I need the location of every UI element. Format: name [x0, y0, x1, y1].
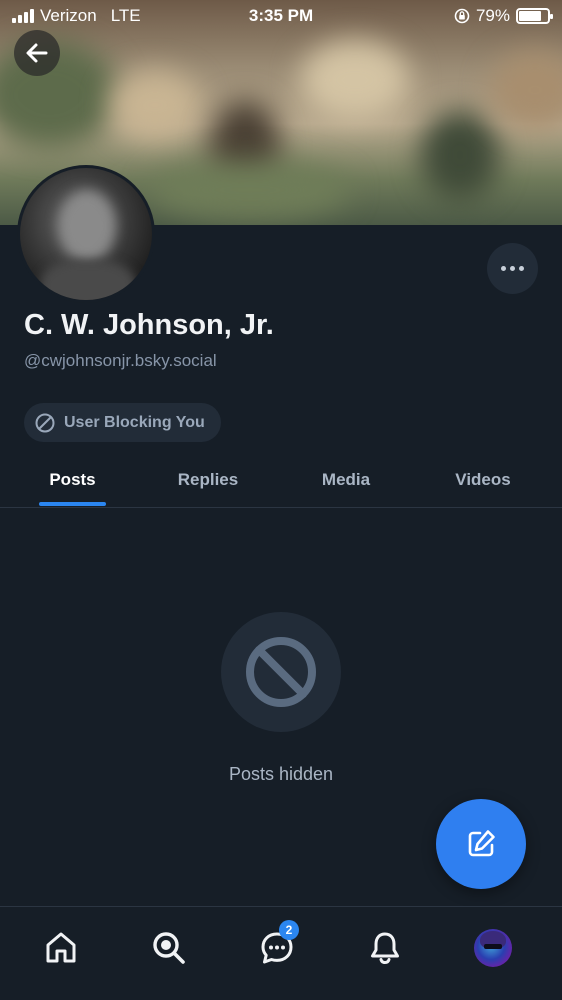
posts-hidden-icon-container [221, 612, 341, 732]
search-icon [153, 932, 185, 964]
dot-icon [510, 266, 515, 271]
chat-unread-badge: 2 [279, 920, 299, 940]
compose-button[interactable] [436, 799, 526, 889]
nav-search[interactable] [145, 924, 193, 972]
tab-posts[interactable]: Posts [30, 452, 115, 507]
dot-icon [501, 266, 506, 271]
status-bar: Verizon LTE 3:35 PM 79% [0, 0, 562, 32]
nav-profile[interactable] [469, 924, 517, 972]
prohibited-icon [246, 637, 316, 707]
arrow-left-icon [26, 43, 48, 63]
battery-percent: 79% [475, 6, 510, 25]
clock: 3:35 PM [248, 6, 314, 25]
profile-tabs: Posts Replies Media Videos [0, 452, 562, 508]
bottom-navigation: 2 [0, 906, 562, 1000]
back-button[interactable] [14, 30, 60, 76]
rotation-lock-icon [454, 8, 470, 24]
compose-icon [468, 830, 495, 857]
blocking-status-badge[interactable]: User Blocking You [24, 403, 221, 442]
home-icon [46, 932, 76, 963]
blocking-status-label: User Blocking You [64, 413, 205, 431]
avatar-glasses [484, 944, 502, 949]
nav-chat[interactable]: 2 [253, 920, 301, 972]
network-label: LTE [110, 6, 141, 25]
posts-hidden-message: Posts hidden [228, 764, 334, 784]
profile-avatar[interactable] [17, 165, 155, 303]
tab-replies[interactable]: Replies [160, 452, 256, 507]
avatar-face [58, 190, 116, 262]
signal-icon [12, 9, 34, 23]
tab-label: Posts [49, 469, 96, 489]
status-left: Verizon LTE [12, 6, 141, 26]
tab-label: Media [321, 469, 371, 489]
display-name: C. W. Johnson, Jr. [24, 309, 274, 341]
tab-media[interactable]: Media [300, 452, 392, 507]
tab-label: Videos [455, 469, 511, 489]
block-icon [35, 413, 55, 432]
profile-handle: @cwjohnsonjr.bsky.social [24, 351, 217, 370]
bell-icon [371, 932, 399, 965]
user-avatar [474, 929, 512, 967]
carrier-label: Verizon [40, 6, 97, 25]
tab-label: Replies [177, 469, 239, 489]
more-options-button[interactable] [487, 243, 538, 294]
nav-notifications[interactable] [361, 924, 409, 972]
battery-icon [516, 8, 553, 24]
tab-videos[interactable]: Videos [434, 452, 532, 507]
status-right: 79% [454, 6, 553, 26]
nav-home[interactable] [37, 924, 85, 972]
dot-icon [519, 266, 524, 271]
avatar-shoulders [40, 260, 136, 300]
active-tab-indicator [39, 502, 106, 506]
battery-level [519, 11, 542, 21]
